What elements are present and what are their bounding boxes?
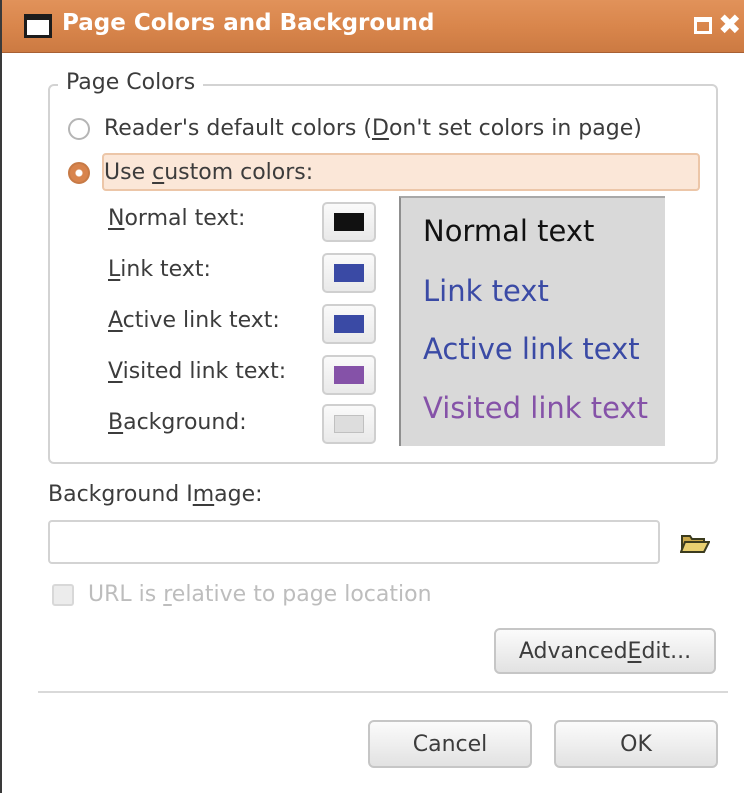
maximize-icon[interactable] (694, 17, 712, 34)
button-separator (38, 691, 728, 693)
close-icon[interactable]: ✖ (718, 9, 741, 41)
preview-active-link-text: Active link text (423, 332, 640, 366)
preview-visited-link-text: Visited link text (423, 391, 649, 425)
folder-open-icon[interactable] (680, 532, 710, 554)
active-link-text-swatch (334, 315, 364, 333)
preview-normal-text: Normal text (423, 214, 595, 248)
visited-link-text-swatch (334, 366, 364, 384)
default-colors-label: Reader's default colors (Don't set color… (104, 116, 642, 141)
background-image-input[interactable] (48, 520, 660, 564)
active-link-text-label: Active link text: (108, 308, 280, 333)
cancel-button[interactable]: Cancel (368, 720, 532, 768)
normal-text-color-button[interactable] (322, 202, 376, 242)
title-bar[interactable]: Page Colors and Background ✖ (2, 0, 744, 53)
page-colors-legend: Page Colors (58, 70, 204, 95)
default-colors-radio-row[interactable]: Reader's default colors (Don't set color… (68, 116, 642, 141)
normal-text-swatch (334, 213, 364, 231)
background-label: Background: (108, 410, 247, 435)
advanced-edit-button[interactable]: Advanced Edit... (494, 628, 716, 674)
normal-text-label: Normal text: (108, 206, 246, 231)
active-link-text-color-button[interactable] (322, 304, 376, 344)
visited-link-text-color-button[interactable] (322, 355, 376, 395)
page-colors-dialog: Page Colors and Background ✖ Page Colors… (0, 0, 744, 793)
window-title: Page Colors and Background (62, 10, 435, 36)
link-text-color-button[interactable] (322, 253, 376, 293)
ok-button[interactable]: OK (554, 720, 718, 768)
url-relative-label: URL is relative to page location (88, 582, 432, 607)
url-relative-checkbox-row[interactable]: URL is relative to page location (52, 582, 432, 607)
background-swatch (334, 415, 364, 433)
background-color-button[interactable] (322, 404, 376, 444)
custom-colors-radio[interactable] (68, 161, 90, 184)
link-text-swatch (334, 264, 364, 282)
custom-colors-radio-row[interactable]: Use custom colors: (68, 160, 313, 185)
url-relative-checkbox[interactable] (52, 583, 74, 606)
visited-link-text-label: Visited link text: (108, 359, 287, 384)
color-preview: Normal text Link text Active link text V… (399, 196, 665, 446)
window-icon (24, 14, 52, 38)
custom-colors-label: Use custom colors: (104, 160, 314, 185)
default-colors-radio[interactable] (68, 117, 90, 140)
preview-link-text: Link text (423, 274, 549, 308)
background-image-label: Background Image: (48, 482, 263, 507)
link-text-label: Link text: (108, 257, 211, 282)
